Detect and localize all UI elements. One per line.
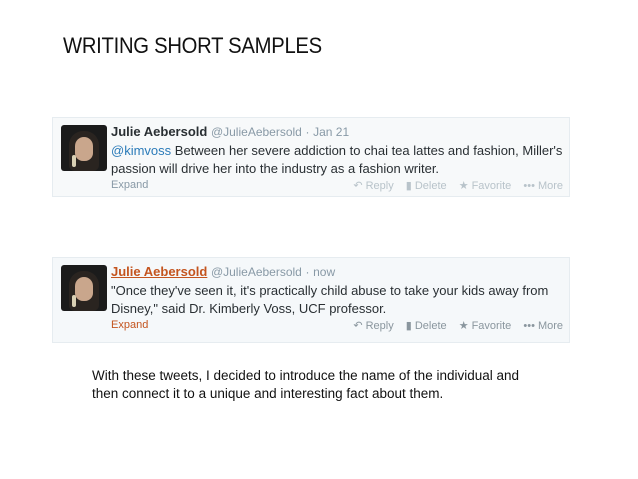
slide-caption: With these tweets, I decided to introduc… (92, 368, 520, 401)
tweet-actions: Expand ↶ Reply ▮ Delete ★ Favorite ••• More (111, 179, 563, 192)
timestamp[interactable]: now (313, 265, 335, 279)
reply-button[interactable]: ↶ Reply (353, 320, 393, 332)
trash-icon: ▮ (405, 320, 412, 332)
more-button[interactable]: ••• More (523, 180, 563, 192)
favorite-button[interactable]: ★ Favorite (459, 320, 512, 332)
delete-button[interactable]: ▮ Delete (406, 180, 447, 192)
tweet-content: Julie Aebersold @JulieAebersold · now "O… (111, 263, 563, 318)
tweet-header: Julie Aebersold @JulieAebersold · now (111, 263, 563, 281)
delete-button[interactable]: ▮ Delete (406, 320, 447, 332)
reply-icon: ↶ (353, 180, 363, 192)
trash-icon: ▮ (405, 180, 412, 192)
tweet-content: Julie Aebersold @JulieAebersold · Jan 21… (111, 123, 563, 178)
slide-title: WRITING SHORT SAMPLES (63, 33, 322, 58)
separator: · (305, 265, 310, 279)
tweet-card[interactable]: Julie Aebersold @JulieAebersold · now "O… (52, 257, 570, 343)
author-handle[interactable]: @JulieAebersold (211, 125, 302, 139)
author-name[interactable]: Julie Aebersold (111, 124, 207, 139)
expand-link[interactable]: Expand (111, 319, 148, 331)
separator: · (305, 125, 310, 139)
more-button[interactable]: ••• More (523, 320, 563, 332)
tweet-body: Between her severe addiction to chai tea… (111, 143, 563, 176)
tweet-text: @kimvoss Between her severe addiction to… (111, 142, 563, 178)
avatar[interactable] (61, 265, 107, 311)
reply-button[interactable]: ↶ Reply (353, 180, 393, 192)
tweet-actions: Expand ↶ Reply ▮ Delete ★ Favorite ••• More (111, 319, 563, 332)
avatar[interactable] (61, 125, 107, 171)
star-icon: ★ (458, 180, 469, 192)
ellipsis-icon: ••• (523, 180, 535, 192)
tweet-text: "Once they've seen it, it's practically … (111, 282, 563, 318)
tweet-body: "Once they've seen it, it's practically … (111, 283, 549, 316)
author-name[interactable]: Julie Aebersold (111, 264, 207, 279)
timestamp[interactable]: Jan 21 (313, 125, 349, 139)
ellipsis-icon: ••• (523, 320, 535, 332)
star-icon: ★ (458, 320, 469, 332)
mention-link[interactable]: @kimvoss (111, 143, 171, 158)
tweet-header: Julie Aebersold @JulieAebersold · Jan 21 (111, 123, 563, 141)
tweet-card[interactable]: Julie Aebersold @JulieAebersold · Jan 21… (52, 117, 570, 197)
author-handle[interactable]: @JulieAebersold (211, 265, 302, 279)
reply-icon: ↶ (353, 320, 363, 332)
expand-link[interactable]: Expand (111, 179, 148, 191)
favorite-button[interactable]: ★ Favorite (459, 180, 512, 192)
